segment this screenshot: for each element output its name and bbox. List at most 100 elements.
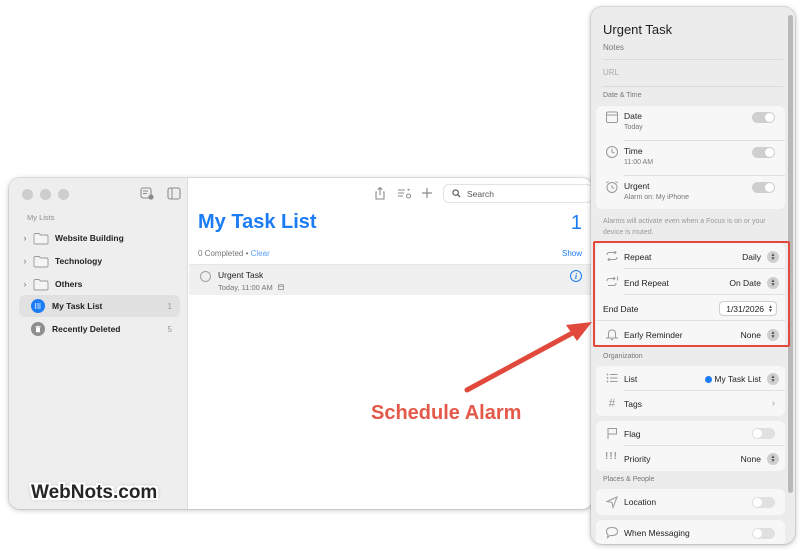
share-icon[interactable] xyxy=(373,186,387,200)
time-row: Time 11:00 AM xyxy=(596,141,785,176)
chevron-right-icon[interactable]: › xyxy=(772,398,775,408)
time-label: Time xyxy=(624,146,643,156)
sidebar-group-label: Technology xyxy=(55,256,103,266)
schedule-alarm-highlight-box xyxy=(593,241,790,347)
time-toggle[interactable] xyxy=(752,147,775,158)
clock-icon xyxy=(605,145,619,159)
trash-icon xyxy=(31,322,45,336)
urgent-row: Urgent Alarm on: My iPhone xyxy=(596,176,785,209)
list-bullet-icon xyxy=(31,299,45,313)
close-button[interactable] xyxy=(22,189,33,200)
reminders-window: My Lists › Website Building › Technology… xyxy=(9,178,593,509)
organization-group: List My Task List ▲ ▼ # Tags › xyxy=(596,366,785,416)
sidebar: My Lists › Website Building › Technology… xyxy=(9,178,188,509)
location-row: Location xyxy=(596,489,785,515)
list-value[interactable]: My Task List xyxy=(705,374,761,384)
sidebar-group-others[interactable]: › Others xyxy=(19,273,180,295)
list-value-text: My Task List xyxy=(714,374,761,384)
date-toggle[interactable] xyxy=(752,112,775,123)
hashtag-icon: # xyxy=(608,396,616,410)
task-due: Today, 11:00 AM xyxy=(218,283,273,292)
urgent-toggle[interactable] xyxy=(752,182,775,193)
clear-link[interactable]: Clear xyxy=(251,249,270,258)
task-subtitle: Today, 11:00 AM xyxy=(218,283,284,292)
sidebar-group-technology[interactable]: › Technology xyxy=(19,250,180,272)
chevron-right-icon[interactable]: › xyxy=(19,279,31,289)
messaging-row: When Messaging xyxy=(596,520,785,544)
list-icon xyxy=(605,371,619,385)
messaging-label: When Messaging xyxy=(624,528,690,538)
location-group: Location xyxy=(596,489,785,515)
urgent-alarm-device: Alarm on: My iPhone xyxy=(624,194,689,201)
url-field[interactable]: URL xyxy=(603,68,619,77)
notes-field[interactable]: Notes xyxy=(603,43,624,52)
date-time-heading: Date & Time xyxy=(603,92,642,99)
chevron-right-icon[interactable]: › xyxy=(19,233,31,243)
chevron-right-icon[interactable]: › xyxy=(19,256,31,266)
sidebar-toggle-icon[interactable] xyxy=(167,187,181,200)
completed-summary: 0 Completed • Clear xyxy=(198,249,270,258)
list-count: 1 xyxy=(570,212,582,234)
time-value[interactable]: 11:00 AM xyxy=(624,159,653,166)
date-time-group: Date Today Time 11:00 AM Urgent Alarm on… xyxy=(596,106,785,209)
location-toggle[interactable] xyxy=(752,497,775,508)
folder-icon xyxy=(33,278,49,291)
sidebar-item-my-task-list[interactable]: My Task List 1 xyxy=(19,295,180,317)
task-row[interactable]: Urgent Task Today, 11:00 AM i xyxy=(189,264,593,295)
list-label: List xyxy=(624,374,638,384)
flag-icon xyxy=(605,426,619,440)
flag-toggle[interactable] xyxy=(752,428,775,439)
priority-stepper-icon[interactable]: ▲ ▼ xyxy=(767,453,779,465)
sort-filter-icon[interactable] xyxy=(397,186,411,200)
messaging-toggle[interactable] xyxy=(752,528,775,539)
message-bubble-icon xyxy=(605,525,619,539)
detail-title[interactable]: Urgent Task xyxy=(603,22,672,37)
location-arrow-icon xyxy=(605,495,619,509)
date-value[interactable]: Today xyxy=(624,124,643,131)
list-stepper-icon[interactable]: ▲ ▼ xyxy=(767,373,779,385)
list-row[interactable]: List My Task List ▲ ▼ xyxy=(596,366,785,391)
flag-row: Flag xyxy=(596,421,785,446)
calendar-small-icon xyxy=(277,284,284,290)
zoom-button[interactable] xyxy=(58,189,69,200)
window-controls xyxy=(22,189,69,200)
show-link[interactable]: Show xyxy=(562,249,582,258)
priority-value[interactable]: None xyxy=(741,454,761,464)
search-input[interactable]: Search xyxy=(443,184,593,203)
sidebar-item-count: 1 xyxy=(167,301,172,311)
sidebar-group-website-building[interactable]: › Website Building xyxy=(19,227,180,249)
organization-heading: Organization xyxy=(603,353,643,360)
folder-icon xyxy=(33,232,49,245)
task-list-content: Search My Task List 1 0 Completed • Clea… xyxy=(189,178,593,509)
flag-label: Flag xyxy=(624,429,641,439)
places-people-heading: Places & People xyxy=(603,476,655,483)
list-title: My Task List xyxy=(198,211,317,233)
priority-row[interactable]: !!! Priority None ▲ ▼ xyxy=(596,446,785,471)
sidebar-group-label: Website Building xyxy=(55,233,124,243)
task-complete-checkbox[interactable] xyxy=(200,271,211,282)
watermark-logo: WebNots.com xyxy=(31,482,158,503)
calendar-icon xyxy=(605,110,619,124)
new-list-icon[interactable] xyxy=(140,187,154,200)
date-row: Date Today xyxy=(596,106,785,141)
tags-row[interactable]: # Tags › xyxy=(596,391,785,416)
alarm-note: Alarms will activate even when a Focus i… xyxy=(603,218,766,236)
sidebar-item-recently-deleted[interactable]: Recently Deleted 5 xyxy=(19,318,180,340)
info-icon[interactable]: i xyxy=(570,270,582,282)
alarm-clock-icon xyxy=(605,180,619,194)
separator xyxy=(603,59,783,60)
schedule-alarm-label: Schedule Alarm xyxy=(371,402,522,424)
tags-label: Tags xyxy=(624,399,642,409)
add-icon[interactable] xyxy=(420,186,434,200)
list-color-dot xyxy=(705,376,713,383)
priority-exclamation-icon: !!! xyxy=(605,451,618,462)
sidebar-item-count: 5 xyxy=(167,324,172,334)
minimize-button[interactable] xyxy=(40,189,51,200)
location-label: Location xyxy=(624,497,657,507)
search-icon xyxy=(452,189,461,198)
messaging-group: When Messaging xyxy=(596,520,785,544)
task-title[interactable]: Urgent Task xyxy=(218,270,263,280)
separator xyxy=(603,86,783,87)
flag-priority-group: Flag !!! Priority None ▲ ▼ xyxy=(596,421,785,471)
my-lists-heading: My Lists xyxy=(27,213,55,222)
